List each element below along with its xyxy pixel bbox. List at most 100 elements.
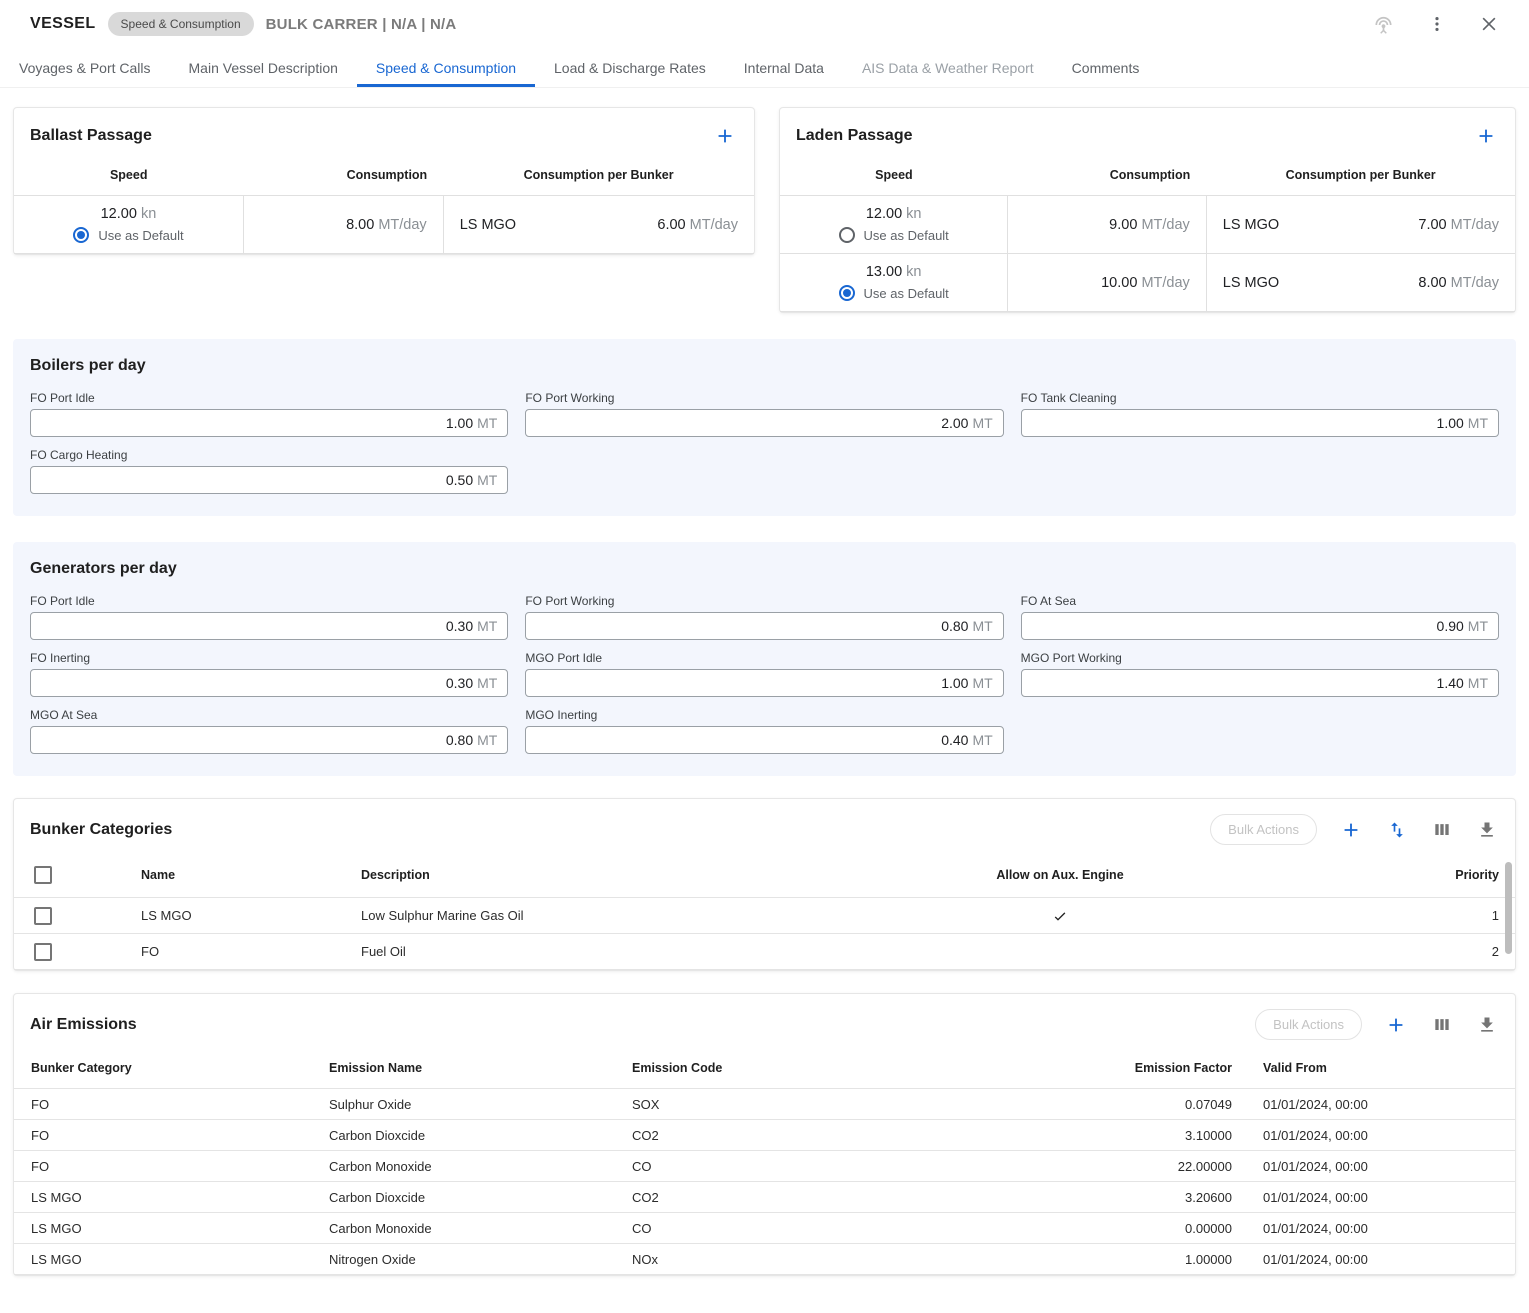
bunker-consumption-value: 6.00 xyxy=(657,217,685,233)
gen-fo-port-idle-input[interactable]: 0.30 MT xyxy=(30,612,508,640)
ballast-passage-card: Ballast Passage Speed Consumption Consum… xyxy=(13,107,755,255)
column-header-speed: Speed xyxy=(14,158,243,196)
kebab-menu-icon[interactable] xyxy=(1425,12,1449,36)
radio-checked-icon[interactable] xyxy=(839,285,855,301)
field-fo-at-sea: FO At Sea 0.90 MT xyxy=(1021,594,1499,640)
input-value: 0.40 xyxy=(941,732,968,748)
input-unit: MT xyxy=(972,675,992,691)
column-header-speed: Speed xyxy=(780,158,1008,196)
column-header-consumption: Consumption xyxy=(243,158,443,196)
field-label: MGO Port Working xyxy=(1021,651,1499,665)
use-as-default-option[interactable]: Use as Default xyxy=(780,227,1007,243)
tab-bar: Voyages & Port Calls Main Vessel Descrip… xyxy=(0,48,1529,88)
tab-voyages-port-calls[interactable]: Voyages & Port Calls xyxy=(0,48,170,87)
field-mgo-port-working: MGO Port Working 1.40 MT xyxy=(1021,651,1499,697)
bunker-consumption-value: 7.00 xyxy=(1418,217,1446,233)
bulk-actions-button[interactable]: Bulk Actions xyxy=(1255,1009,1362,1040)
laden-passage-table: Speed Consumption Consumption per Bunker… xyxy=(780,158,1515,312)
use-as-default-label: Use as Default xyxy=(864,286,949,301)
fo-port-working-input[interactable]: 2.00 MT xyxy=(525,409,1003,437)
vertical-scrollbar[interactable] xyxy=(1505,862,1512,954)
vessel-subtitle: BULK CARRER | N/A | N/A xyxy=(266,16,457,33)
column-header-emission-factor: Emission Factor xyxy=(1075,1049,1250,1089)
column-header-bunker-category: Bunker Category xyxy=(14,1049,329,1089)
valid-from: 01/01/2024, 00:00 xyxy=(1250,1151,1515,1182)
column-header-allow-on-aux-engine: Allow on Aux. Engine xyxy=(710,854,1410,898)
table-row[interactable]: 13.00 kn Use as Default 10.00 MT/day xyxy=(780,254,1515,312)
table-row[interactable]: FO Carbon Monoxide CO 22.00000 01/01/202… xyxy=(14,1151,1515,1182)
add-air-emission-button[interactable] xyxy=(1383,1012,1409,1038)
radio-checked-icon[interactable] xyxy=(73,227,89,243)
input-value: 0.80 xyxy=(941,618,968,634)
field-fo-port-working: FO Port Working 2.00 MT xyxy=(525,391,1003,437)
tab-speed-consumption[interactable]: Speed & Consumption xyxy=(357,48,535,87)
column-header-valid-from: Valid From xyxy=(1250,1049,1515,1089)
tab-ais-data-weather-report[interactable]: AIS Data & Weather Report xyxy=(843,48,1053,87)
row-checkbox[interactable] xyxy=(34,943,52,961)
table-row[interactable]: LS MGO Nitrogen Oxide NOx 1.00000 01/01/… xyxy=(14,1244,1515,1275)
page-title: VESSEL xyxy=(30,15,96,33)
ballast-add-button[interactable] xyxy=(712,123,738,149)
input-unit: MT xyxy=(477,472,497,488)
tab-main-vessel-description[interactable]: Main Vessel Description xyxy=(170,48,357,87)
table-row[interactable]: LS MGO Low Sulphur Marine Gas Oil 1 xyxy=(14,898,1515,934)
antenna-icon[interactable] xyxy=(1370,11,1397,38)
gen-mgo-port-working-input[interactable]: 1.40 MT xyxy=(1021,669,1499,697)
allow-on-aux-engine-check xyxy=(710,898,1410,934)
gen-mgo-at-sea-input[interactable]: 0.80 MT xyxy=(30,726,508,754)
tab-comments[interactable]: Comments xyxy=(1053,48,1159,87)
input-value: 0.80 xyxy=(446,732,473,748)
column-header-consumption-per-bunker: Consumption per Bunker xyxy=(443,158,754,196)
table-row[interactable]: FO Sulphur Oxide SOX 0.07049 01/01/2024,… xyxy=(14,1089,1515,1120)
bunker-name: LS MGO xyxy=(1223,217,1279,233)
field-mgo-port-idle: MGO Port Idle 1.00 MT xyxy=(525,651,1003,697)
field-mgo-at-sea: MGO At Sea 0.80 MT xyxy=(30,708,508,754)
fo-port-idle-input[interactable]: 1.00 MT xyxy=(30,409,508,437)
columns-icon[interactable] xyxy=(1430,818,1454,842)
emission-name: Carbon Monoxide xyxy=(329,1213,632,1244)
row-checkbox[interactable] xyxy=(34,907,52,925)
close-icon[interactable] xyxy=(1477,12,1501,36)
table-row[interactable]: 12.00 kn Use as Default 8.00 MT/day xyxy=(14,196,754,254)
table-row[interactable]: FO Carbon Dioxcide CO2 3.10000 01/01/202… xyxy=(14,1120,1515,1151)
input-value: 0.30 xyxy=(446,618,473,634)
field-label: MGO At Sea xyxy=(30,708,508,722)
gen-mgo-inerting-input[interactable]: 0.40 MT xyxy=(525,726,1003,754)
gen-fo-at-sea-input[interactable]: 0.90 MT xyxy=(1021,612,1499,640)
gen-fo-inerting-input[interactable]: 0.30 MT xyxy=(30,669,508,697)
bunker-categories-card: Bunker Categories Bulk Actions xyxy=(13,798,1516,971)
download-icon[interactable] xyxy=(1475,1013,1499,1037)
input-unit: MT xyxy=(1468,618,1488,634)
bunker-name: LS MGO xyxy=(141,898,361,934)
laden-add-button[interactable] xyxy=(1473,123,1499,149)
columns-icon[interactable] xyxy=(1430,1013,1454,1037)
table-row[interactable]: FO Fuel Oil 2 xyxy=(14,934,1515,970)
fo-cargo-heating-input[interactable]: 0.50 MT xyxy=(30,466,508,494)
gen-mgo-port-idle-input[interactable]: 1.00 MT xyxy=(525,669,1003,697)
fo-tank-cleaning-input[interactable]: 1.00 MT xyxy=(1021,409,1499,437)
sort-import-export-icon[interactable] xyxy=(1385,818,1409,842)
tab-load-discharge-rates[interactable]: Load & Discharge Rates xyxy=(535,48,725,87)
use-as-default-option[interactable]: Use as Default xyxy=(780,285,1007,301)
consumption-value: 9.00 xyxy=(1109,217,1137,233)
radio-unchecked-icon[interactable] xyxy=(839,227,855,243)
emission-code: CO xyxy=(632,1213,1075,1244)
field-label: FO Tank Cleaning xyxy=(1021,391,1499,405)
table-row[interactable]: 12.00 kn Use as Default 9.00 MT/day xyxy=(780,196,1515,254)
select-all-checkbox[interactable] xyxy=(34,866,52,884)
input-value: 1.00 xyxy=(941,675,968,691)
bulk-actions-button[interactable]: Bulk Actions xyxy=(1210,814,1317,845)
input-value: 0.50 xyxy=(446,472,473,488)
add-bunker-category-button[interactable] xyxy=(1338,817,1364,843)
input-value: 1.00 xyxy=(1437,415,1464,431)
ballast-passage-table: Speed Consumption Consumption per Bunker… xyxy=(14,158,754,254)
use-as-default-option[interactable]: Use as Default xyxy=(14,227,243,243)
bunker-description: Fuel Oil xyxy=(361,934,710,970)
table-row[interactable]: LS MGO Carbon Dioxcide CO2 3.20600 01/01… xyxy=(14,1182,1515,1213)
boilers-per-day-section: Boilers per day FO Port Idle 1.00 MT FO … xyxy=(13,339,1516,516)
emission-code: CO2 xyxy=(632,1182,1075,1213)
gen-fo-port-working-input[interactable]: 0.80 MT xyxy=(525,612,1003,640)
table-row[interactable]: LS MGO Carbon Monoxide CO 0.00000 01/01/… xyxy=(14,1213,1515,1244)
tab-internal-data[interactable]: Internal Data xyxy=(725,48,843,87)
download-icon[interactable] xyxy=(1475,818,1499,842)
